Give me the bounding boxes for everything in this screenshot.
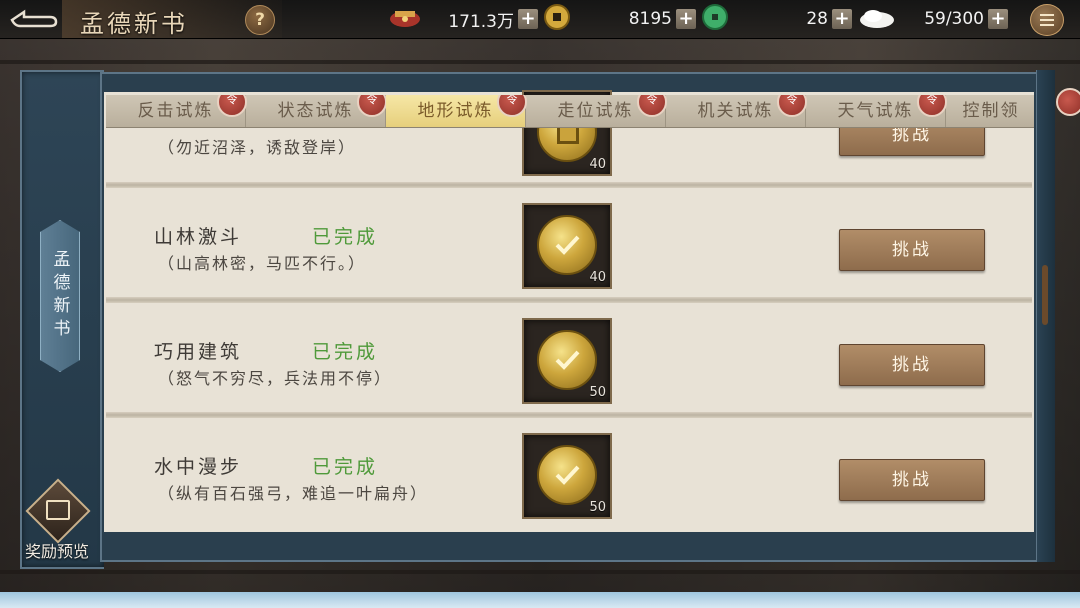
trial-desc: （怒气不穷尽，兵法用不停） [158,369,393,388]
trial-status: 已完成 [312,341,379,363]
reward-slot[interactable]: 50 [522,318,612,404]
trial-desc: （纵有百石强弓，难追一叶扁舟） [158,484,429,503]
check-icon [555,350,580,370]
challenge-button[interactable]: 挑战 [839,459,985,501]
menu-button[interactable] [1030,4,1064,36]
trial-title: 巧用建筑 [154,341,243,363]
token-badge-icon: 令 [357,95,387,117]
trial-row-3: 巧用建筑 已完成 （怒气不穷尽，兵法用不停） 50 挑战 [106,303,1032,415]
token-badge-icon: 令 [217,95,247,117]
trial-tabs: 反击试炼 令 状态试炼 令 地形试炼 令 走位试炼 令 机关试炼 令 天气试炼 … [106,95,1034,128]
add-copper-button[interactable]: + [676,9,696,29]
page-title: 孟德新书 [80,10,188,38]
back-button[interactable] [6,4,60,34]
tab-label: 反击试炼 [137,101,214,121]
jade-amount: 28 [806,9,828,29]
add-silver-button[interactable]: + [518,9,538,29]
copper-amount: 8195 [628,9,672,29]
reward-count: 50 [589,500,606,515]
tab-label: 控制领 [962,101,1020,121]
tab-label: 走位试炼 [557,101,634,121]
tab-counter-trial[interactable]: 反击试炼 令 [106,95,247,127]
challenge-button[interactable]: 挑战 [839,229,985,271]
bun-stamina-icon [858,5,896,34]
bottom-strip [0,592,1080,608]
trial-title: 水中漫步 [154,456,243,478]
challenge-button[interactable]: 挑战 [839,344,985,386]
reward-count: 40 [589,270,606,285]
token-badge-icon: 令 [637,95,667,117]
resource-stamina: 59/300 + [904,0,1008,38]
resource-silver: 171.3万 + [388,0,570,38]
back-arrow-icon [10,9,58,28]
add-jade-button[interactable]: + [832,9,852,29]
scrollbar-thumb[interactable] [1042,265,1048,325]
trial-status: 已完成 [312,226,379,248]
token-badge-icon [1056,88,1080,116]
resource-jade: 28 + [796,0,896,38]
silver-amount: 171.3万 [448,11,514,32]
reward-preview-label: 奖励预览 [24,542,89,561]
gold-coin-icon [537,330,597,390]
treasure-chest-icon [46,500,70,520]
reward-preview-button[interactable]: 奖励预览 [16,478,98,564]
treasure-pouch-icon [388,5,422,34]
tab-label: 地形试炼 [417,101,494,121]
tab-terrain-trial[interactable]: 地形试炼 令 [386,95,527,127]
side-tab-mengde-xinshu[interactable]: 孟德新书 [40,220,80,372]
trial-desc: （勿近沼泽，诱敌登岸） [158,138,357,157]
reward-slot[interactable]: 40 [522,203,612,289]
tab-label: 状态试炼 [277,101,354,121]
token-badge-icon: 令 [497,95,527,117]
reward-slot[interactable]: 50 [522,433,612,519]
check-icon [555,235,580,255]
check-icon [555,465,580,485]
tab-mechanism-trial[interactable]: 机关试炼 令 [666,95,807,127]
gold-coin-icon [537,445,597,505]
top-bar: 孟德新书 ? 171.3万 + 8195 + 28 + 59/300 + [0,0,1080,39]
trial-row-4: 水中漫步 已完成 （纵有百石强弓，难追一叶扁舟） 50 挑战 [106,418,1032,530]
gold-coin-icon [537,215,597,275]
token-badge-icon: 令 [777,95,807,117]
side-tab-label: 孟德新书 [49,250,70,342]
reward-count: 40 [589,157,606,172]
reward-count: 50 [589,385,606,400]
tab-control-trial[interactable]: 控制领 [946,95,1034,127]
tab-status-trial[interactable]: 状态试炼 令 [246,95,387,127]
resource-copper: 8195 + [620,0,728,38]
add-stamina-button[interactable]: + [988,9,1008,29]
trial-status: 已完成 [312,456,379,478]
tab-weather-trial[interactable]: 天气试炼 令 [806,95,947,127]
tab-positioning-trial[interactable]: 走位试炼 令 [526,95,667,127]
tab-label: 天气试炼 [837,101,914,121]
trial-desc: （山高林密，马匹不行。） [158,254,367,273]
trial-title: 山林激斗 [154,226,243,248]
help-button[interactable]: ? [245,5,275,35]
tab-label: 机关试炼 [697,101,774,121]
copper-coin-icon [544,3,570,35]
trial-row-2: 山林激斗 已完成 （山高林密，马匹不行。） 40 挑战 [106,188,1032,300]
token-badge-icon: 令 [917,95,947,117]
jade-icon [702,3,728,35]
stamina-amount: 59/300 [924,9,984,29]
